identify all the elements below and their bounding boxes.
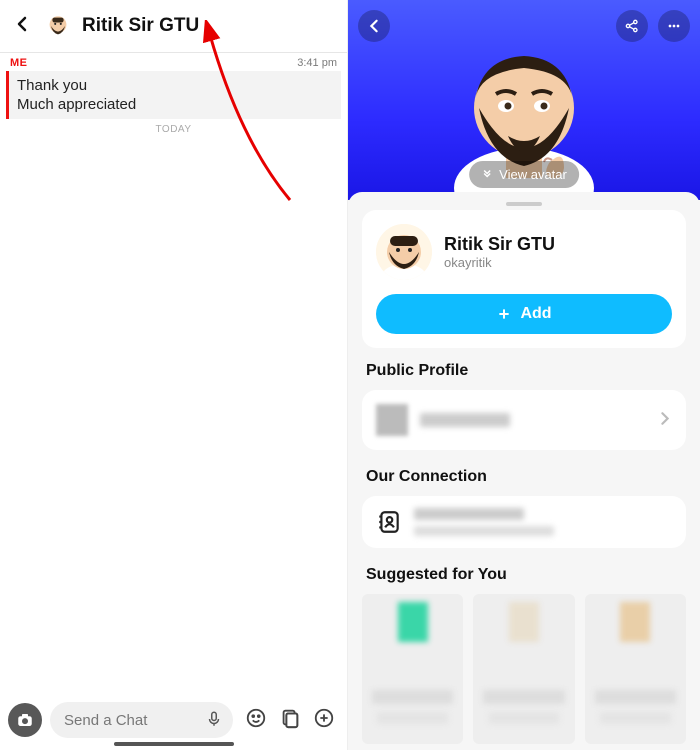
sent-message-block[interactable]: Thank you Much appreciated — [6, 71, 341, 119]
profile-screen: View avatar — [348, 0, 700, 750]
sender-label: ME — [10, 57, 28, 69]
view-avatar-label: View avatar — [499, 167, 567, 182]
public-profile-row[interactable] — [362, 390, 686, 450]
plus-icon[interactable] — [313, 707, 335, 734]
profile-name: Ritik Sir GTU — [444, 234, 555, 255]
share-button[interactable] — [616, 10, 648, 42]
message-line: Thank you — [17, 77, 333, 94]
back-icon[interactable] — [10, 15, 34, 38]
redacted-text — [414, 526, 554, 536]
redacted-text — [414, 508, 524, 520]
mic-icon[interactable] — [205, 710, 223, 732]
profile-sheet: Ritik Sir GTU okayritik Add Public Profi… — [348, 192, 700, 750]
gallery-icon[interactable] — [279, 707, 301, 734]
back-button[interactable] — [358, 10, 390, 42]
suggested-card[interactable] — [585, 594, 686, 744]
chat-input-placeholder: Send a Chat — [64, 712, 147, 729]
profile-username: okayritik — [444, 255, 555, 270]
suggested-row — [362, 594, 686, 744]
more-button[interactable] — [658, 10, 690, 42]
profile-hero: View avatar — [348, 0, 700, 200]
emoji-icon[interactable] — [245, 707, 267, 734]
public-profile-title: Public Profile — [366, 362, 682, 380]
chat-input[interactable]: Send a Chat — [50, 702, 233, 738]
avatar-small[interactable] — [376, 224, 432, 280]
avatar-large[interactable] — [434, 18, 614, 218]
public-profile-thumb — [376, 404, 408, 436]
message-line: Much appreciated — [17, 96, 333, 113]
date-divider: TODAY — [0, 124, 347, 135]
connection-title: Our Connection — [366, 468, 682, 486]
message-meta-row: ME 3:41 pm — [0, 53, 347, 71]
chat-header: Ritik Sir GTU — [0, 0, 347, 53]
message-timestamp: 3:41 pm — [297, 57, 337, 69]
suggested-card[interactable] — [362, 594, 463, 744]
view-avatar-button[interactable]: View avatar — [469, 161, 579, 188]
redacted-text — [420, 413, 510, 427]
profile-card: Ritik Sir GTU okayritik Add — [362, 210, 686, 348]
contacts-icon — [376, 509, 402, 535]
sheet-handle[interactable] — [506, 202, 542, 206]
suggested-title: Suggested for You — [366, 566, 682, 584]
add-friend-button[interactable]: Add — [376, 294, 672, 334]
chat-scroll-area[interactable] — [0, 135, 347, 692]
home-indicator — [114, 742, 234, 746]
camera-button[interactable] — [8, 703, 42, 737]
add-label: Add — [520, 305, 551, 323]
connection-row[interactable] — [362, 496, 686, 548]
suggested-card[interactable] — [473, 594, 574, 744]
chat-title[interactable]: Ritik Sir GTU — [82, 15, 199, 37]
chat-screen: Ritik Sir GTU ME 3:41 pm Thank you Much … — [0, 0, 348, 750]
friend-avatar-icon[interactable] — [44, 12, 72, 40]
chevron-right-icon — [658, 410, 672, 431]
